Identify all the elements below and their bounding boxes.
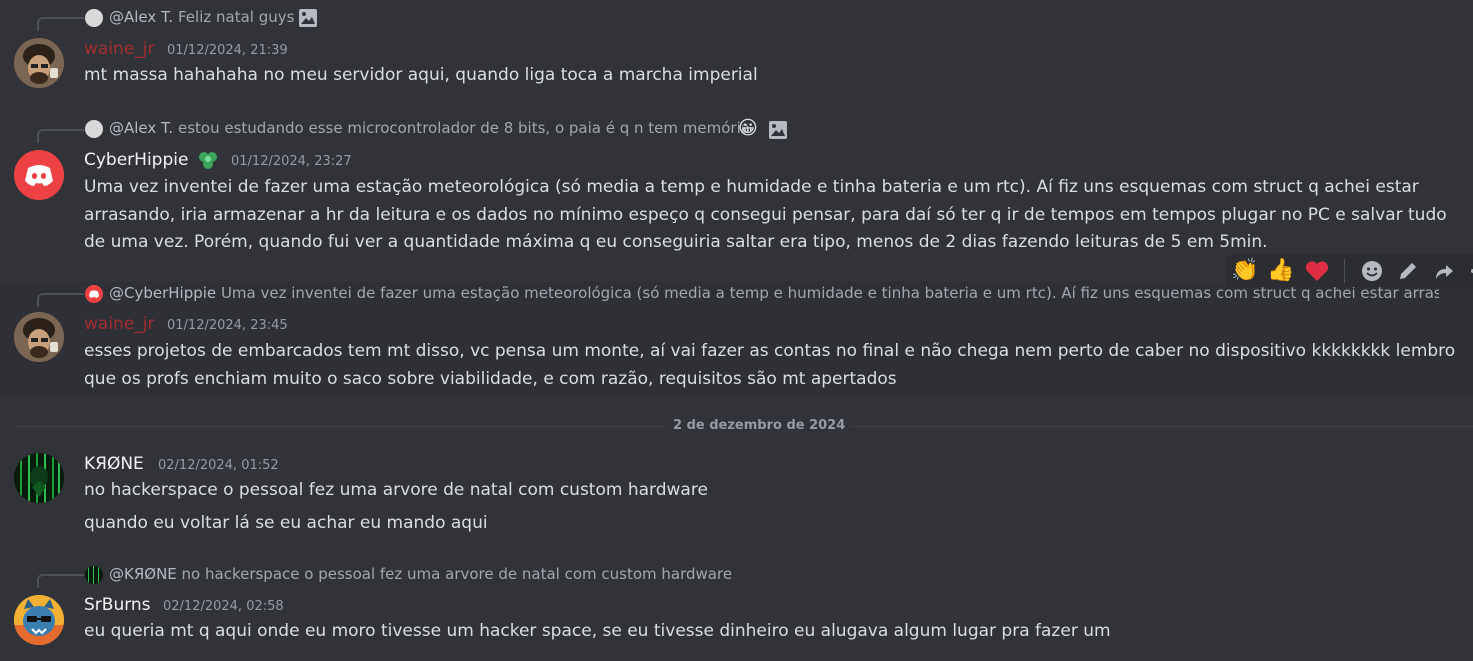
ellipsis-icon (1471, 269, 1473, 273)
timestamp: 01/12/2024, 23:27 (231, 154, 352, 169)
avatar[interactable] (14, 453, 64, 503)
username[interactable]: waine_jr (84, 314, 155, 334)
message-line: de uma vez. Porém, quando fui ver a quan… (84, 232, 1268, 252)
reply-username[interactable]: @CyberHippie (109, 284, 216, 302)
reply-spine (37, 574, 84, 588)
avatar[interactable] (14, 595, 64, 645)
avatar[interactable] (14, 150, 64, 200)
reply-text: Feliz natal guys (177, 8, 295, 26)
grinning-face-emoji-icon: 😀 (738, 117, 758, 139)
username[interactable]: KЯØNE (84, 454, 144, 474)
toolbar-divider (1344, 259, 1345, 283)
message-content: eu queria mt q aqui onde eu moro tivesse… (84, 621, 1111, 641)
message-line: arrasando, iria armazenar a hr da leitur… (84, 204, 1447, 225)
add-reaction-button[interactable] (1357, 256, 1387, 286)
date-divider-label: 2 de dezembro de 2024 (667, 418, 852, 433)
image-icon (299, 9, 317, 27)
avatar-image (14, 312, 64, 362)
message-content: no hackerspace o pessoal fez uma arvore … (84, 480, 708, 500)
timestamp: 02/12/2024, 01:52 (158, 458, 279, 473)
username[interactable]: waine_jr (84, 39, 155, 59)
pencil-icon (1400, 263, 1416, 279)
reply-spine (37, 293, 84, 307)
reply-preview[interactable]: @Alex T. estou estudando esse microcontr… (109, 119, 750, 137)
username[interactable]: CyberHippie (84, 150, 188, 170)
edit-button[interactable] (1393, 256, 1423, 286)
cat-avatar-image (14, 595, 64, 645)
message-content: mt massa hahahaha no meu servidor aqui, … (84, 65, 758, 85)
reaction-heart-button[interactable] (1302, 256, 1332, 286)
reply-avatar[interactable] (85, 120, 103, 138)
matrix-avatar-image (85, 566, 103, 584)
message-toolbar: 👏 👍 (1226, 255, 1473, 287)
reply-preview[interactable]: @KЯØNE no hackerspace o pessoal fez uma … (109, 565, 732, 583)
followup-message-content: quando eu voltar lá se eu achar eu mando… (84, 513, 488, 533)
reply-spine (37, 129, 84, 143)
message-line: que os profs enchiam muito o saco sobre … (84, 368, 897, 389)
heart-icon (1305, 261, 1329, 281)
green-leaf-badge-icon[interactable] (196, 148, 220, 172)
reply-arrow-icon (1436, 265, 1453, 279)
message-line: Uma vez inventei de fazer uma estação me… (84, 177, 1419, 197)
reaction-clap-button[interactable]: 👏 (1230, 256, 1260, 286)
message-line: esses projetos de embarcados tem mt diss… (84, 341, 1456, 361)
message-content: Uma vez inventei de fazer uma estação me… (84, 174, 1447, 257)
reply-username[interactable]: @Alex T. (109, 8, 173, 26)
avatar-image (14, 38, 64, 88)
reply-text: no hackerspace o pessoal fez uma arvore … (181, 565, 733, 583)
discord-logo-icon (14, 150, 64, 200)
reaction-thumbsup-button[interactable]: 👍 (1266, 256, 1296, 286)
reply-spine (37, 17, 84, 31)
avatar[interactable] (14, 38, 64, 88)
reply-avatar[interactable] (85, 285, 103, 303)
more-options-button[interactable] (1465, 256, 1473, 286)
timestamp: 01/12/2024, 23:45 (167, 318, 288, 333)
matrix-avatar-image (14, 453, 64, 503)
reply-username[interactable]: @Alex T. (109, 119, 173, 137)
smiley-icon (1362, 261, 1382, 281)
message-content: esses projetos de embarcados tem mt diss… (84, 338, 1455, 393)
reply-avatar[interactable] (85, 566, 103, 584)
discord-logo-icon (88, 290, 100, 298)
reply-avatar[interactable] (85, 9, 103, 27)
avatar[interactable] (14, 312, 64, 362)
timestamp: 02/12/2024, 02:58 (163, 599, 284, 614)
username[interactable]: SrBurns (84, 595, 151, 615)
reply-username[interactable]: @KЯØNE (109, 565, 177, 583)
timestamp: 01/12/2024, 21:39 (167, 43, 288, 58)
image-icon (769, 121, 787, 139)
reply-button[interactable] (1429, 256, 1459, 286)
reply-preview[interactable]: @Alex T. Feliz natal guys (109, 8, 294, 26)
reply-text: estou estudando esse microcontrolador de… (177, 119, 750, 137)
